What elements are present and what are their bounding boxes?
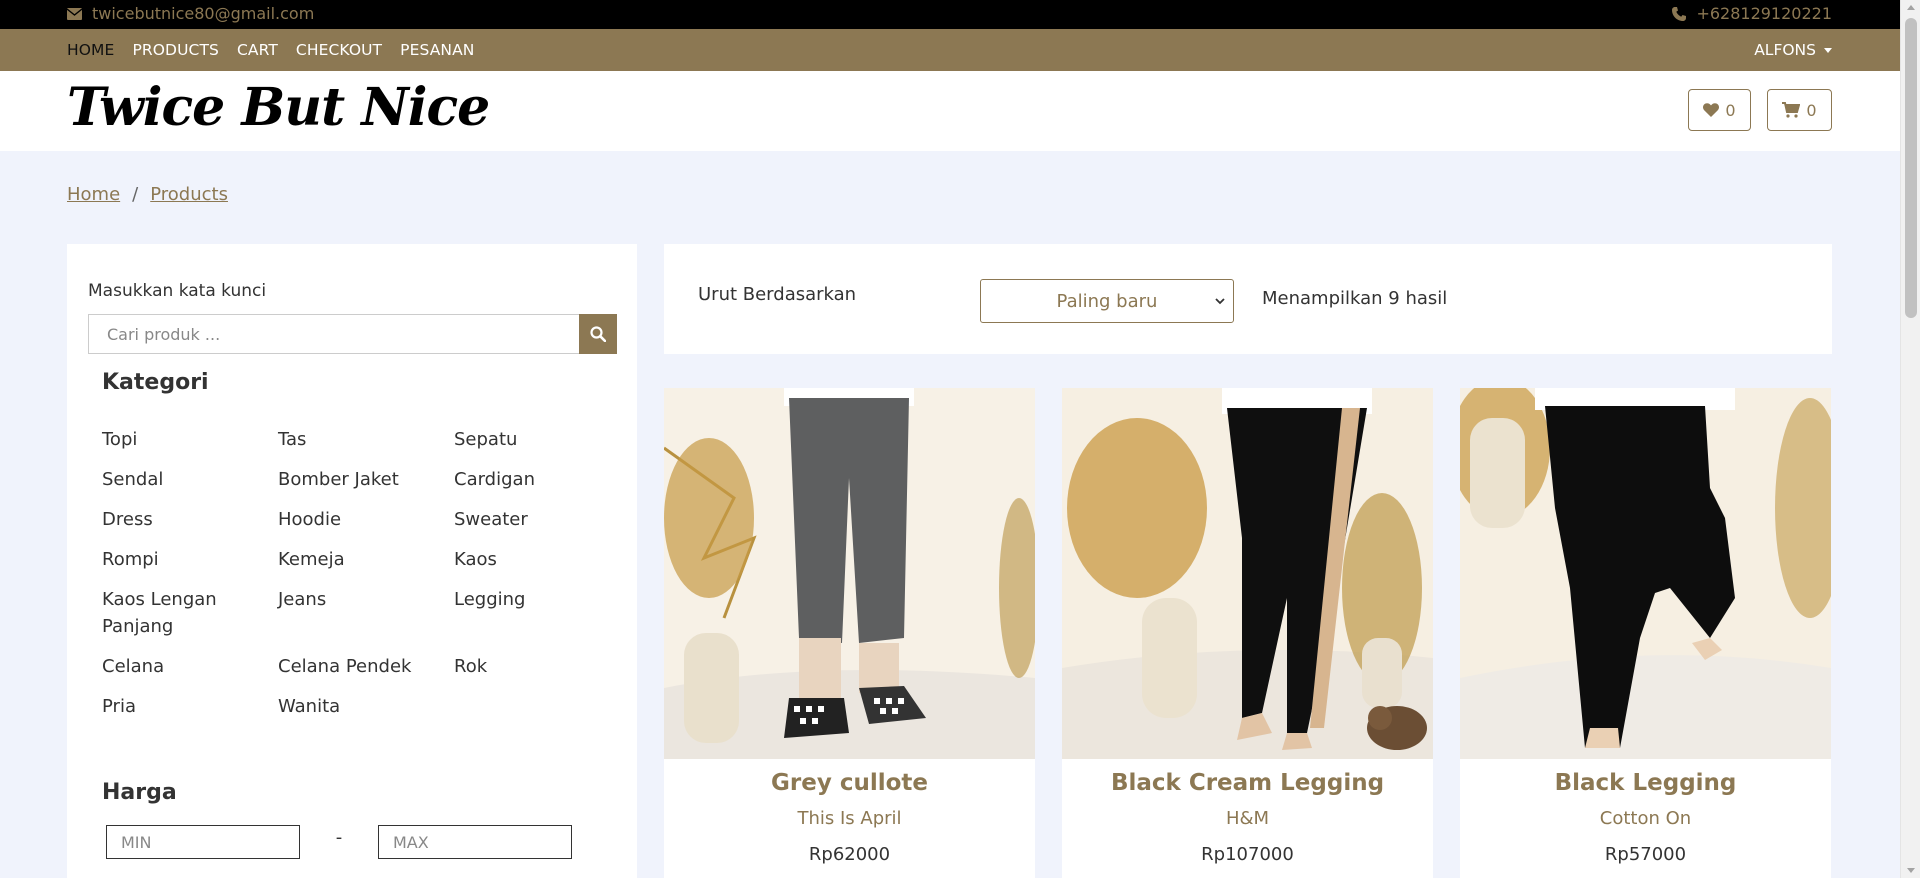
category-kaos[interactable]: Kaos xyxy=(454,546,602,586)
price-dash: - xyxy=(335,826,343,848)
min-price-input[interactable] xyxy=(106,825,300,859)
category-rok[interactable]: Rok xyxy=(454,653,602,693)
nav-item-pesanan[interactable]: PESANAN xyxy=(400,41,474,59)
chevron-down-icon xyxy=(1215,298,1225,305)
product-name[interactable]: Black Cream Legging xyxy=(1062,770,1433,796)
heart-icon xyxy=(1703,103,1720,117)
category-topi[interactable]: Topi xyxy=(102,426,278,466)
category-wanita[interactable]: Wanita xyxy=(278,693,454,733)
wishlist-button[interactable]: 0 xyxy=(1688,89,1751,131)
contact-email[interactable]: twicebutnice80@gmail.com xyxy=(67,4,314,23)
product-price: Rp57000 xyxy=(1604,844,1687,865)
main-navbar: HOME PRODUCTS CART CHECKOUT PESANAN ALFO… xyxy=(0,29,1920,71)
scroll-down-icon[interactable] xyxy=(1907,868,1915,873)
product-price: Rp107000 xyxy=(1201,844,1294,865)
category-celana[interactable]: Celana xyxy=(102,653,278,693)
nav-item-home[interactable]: HOME xyxy=(67,41,114,59)
product-brand: This Is April xyxy=(797,808,902,829)
top-contact-bar: twicebutnice80@gmail.com +628129120221 xyxy=(0,0,1920,29)
sort-bar: Urut Berdasarkan Paling baru Menampilkan… xyxy=(664,244,1832,354)
envelope-icon xyxy=(67,7,82,20)
category-sweater[interactable]: Sweater xyxy=(454,506,602,546)
search-bar xyxy=(88,314,617,354)
category-hoodie[interactable]: Hoodie xyxy=(278,506,454,546)
max-price-input[interactable] xyxy=(378,825,572,859)
nav-item-products[interactable]: PRODUCTS xyxy=(132,41,219,59)
category-tas[interactable]: Tas xyxy=(278,426,454,466)
caret-down-icon xyxy=(1824,47,1832,53)
product-image[interactable] xyxy=(664,388,1035,759)
category-rompi[interactable]: Rompi xyxy=(102,546,278,586)
contact-phone-text: +628129120221 xyxy=(1696,4,1832,23)
breadcrumb-products[interactable]: Products xyxy=(150,184,228,205)
user-menu-dropdown[interactable]: ALFONS xyxy=(1754,29,1832,71)
product-price: Rp62000 xyxy=(808,844,891,865)
cart-icon xyxy=(1782,102,1801,118)
user-name: ALFONS xyxy=(1754,41,1816,59)
product-brand: H&M xyxy=(1225,808,1270,829)
sort-selected-value: Paling baru xyxy=(1056,290,1158,312)
category-list: Topi Tas Sepatu Sendal Bomber Jaket Card… xyxy=(102,426,602,733)
sort-label: Urut Berdasarkan xyxy=(698,284,857,305)
product-card[interactable]: Grey cullote This Is April Rp62000 xyxy=(664,388,1035,878)
phone-icon xyxy=(1672,6,1687,21)
filter-sidebar: Masukkan kata kunci Kategori Topi Tas Se… xyxy=(67,244,637,878)
nav-links: HOME PRODUCTS CART CHECKOUT PESANAN xyxy=(67,29,475,71)
search-input[interactable] xyxy=(88,314,579,354)
category-cardigan[interactable]: Cardigan xyxy=(454,466,602,506)
page-scrollbar[interactable] xyxy=(1900,0,1920,878)
nav-item-cart[interactable]: CART xyxy=(237,41,278,59)
contact-phone[interactable]: +628129120221 xyxy=(1672,4,1832,23)
product-image[interactable] xyxy=(1460,388,1831,759)
product-image[interactable] xyxy=(1062,388,1433,759)
product-card[interactable]: Black Cream Legging H&M Rp107000 xyxy=(1062,388,1433,878)
product-name[interactable]: Black Legging xyxy=(1460,770,1831,796)
search-icon xyxy=(590,326,606,342)
sort-select[interactable]: Paling baru xyxy=(980,279,1234,323)
category-dress[interactable]: Dress xyxy=(102,506,278,546)
category-jeans[interactable]: Jeans xyxy=(278,586,454,653)
contact-email-text: twicebutnice80@gmail.com xyxy=(92,4,315,23)
category-sepatu[interactable]: Sepatu xyxy=(454,426,602,466)
product-card[interactable]: Black Legging Cotton On Rp57000 xyxy=(1460,388,1831,878)
category-bomber-jaket[interactable]: Bomber Jaket xyxy=(278,466,454,506)
product-brand: Cotton On xyxy=(1599,808,1692,829)
price-range: - xyxy=(106,825,572,859)
product-name[interactable]: Grey cullote xyxy=(664,770,1035,796)
category-legging[interactable]: Legging xyxy=(454,586,602,653)
category-pria[interactable]: Pria xyxy=(102,693,278,733)
cart-button[interactable]: 0 xyxy=(1767,89,1832,131)
search-button[interactable] xyxy=(579,314,617,354)
price-title: Harga xyxy=(102,780,177,805)
scrollbar-thumb[interactable] xyxy=(1905,18,1917,318)
nav-item-checkout[interactable]: CHECKOUT xyxy=(296,41,382,59)
product-grid: Grey cullote This Is April Rp62000 Black xyxy=(664,388,1832,878)
category-title: Kategori xyxy=(102,370,209,395)
category-kemeja[interactable]: Kemeja xyxy=(278,546,454,586)
breadcrumb-separator: / xyxy=(132,184,139,205)
category-kaos-lengan-panjang[interactable]: Kaos Lengan Panjang xyxy=(102,586,242,653)
scroll-up-icon[interactable] xyxy=(1907,5,1915,10)
wishlist-count: 0 xyxy=(1725,100,1736,120)
site-header: Twice But Nice 0 0 xyxy=(0,71,1900,151)
result-count: Menampilkan 9 hasil xyxy=(1262,288,1448,309)
category-sendal[interactable]: Sendal xyxy=(102,466,278,506)
category-celana-pendek[interactable]: Celana Pendek xyxy=(278,653,454,693)
breadcrumb-home[interactable]: Home xyxy=(67,184,120,205)
breadcrumb: Home / Products xyxy=(67,184,228,205)
keyword-label: Masukkan kata kunci xyxy=(88,281,267,301)
cart-count: 0 xyxy=(1806,100,1817,120)
site-logo[interactable]: Twice But Nice xyxy=(67,77,490,138)
